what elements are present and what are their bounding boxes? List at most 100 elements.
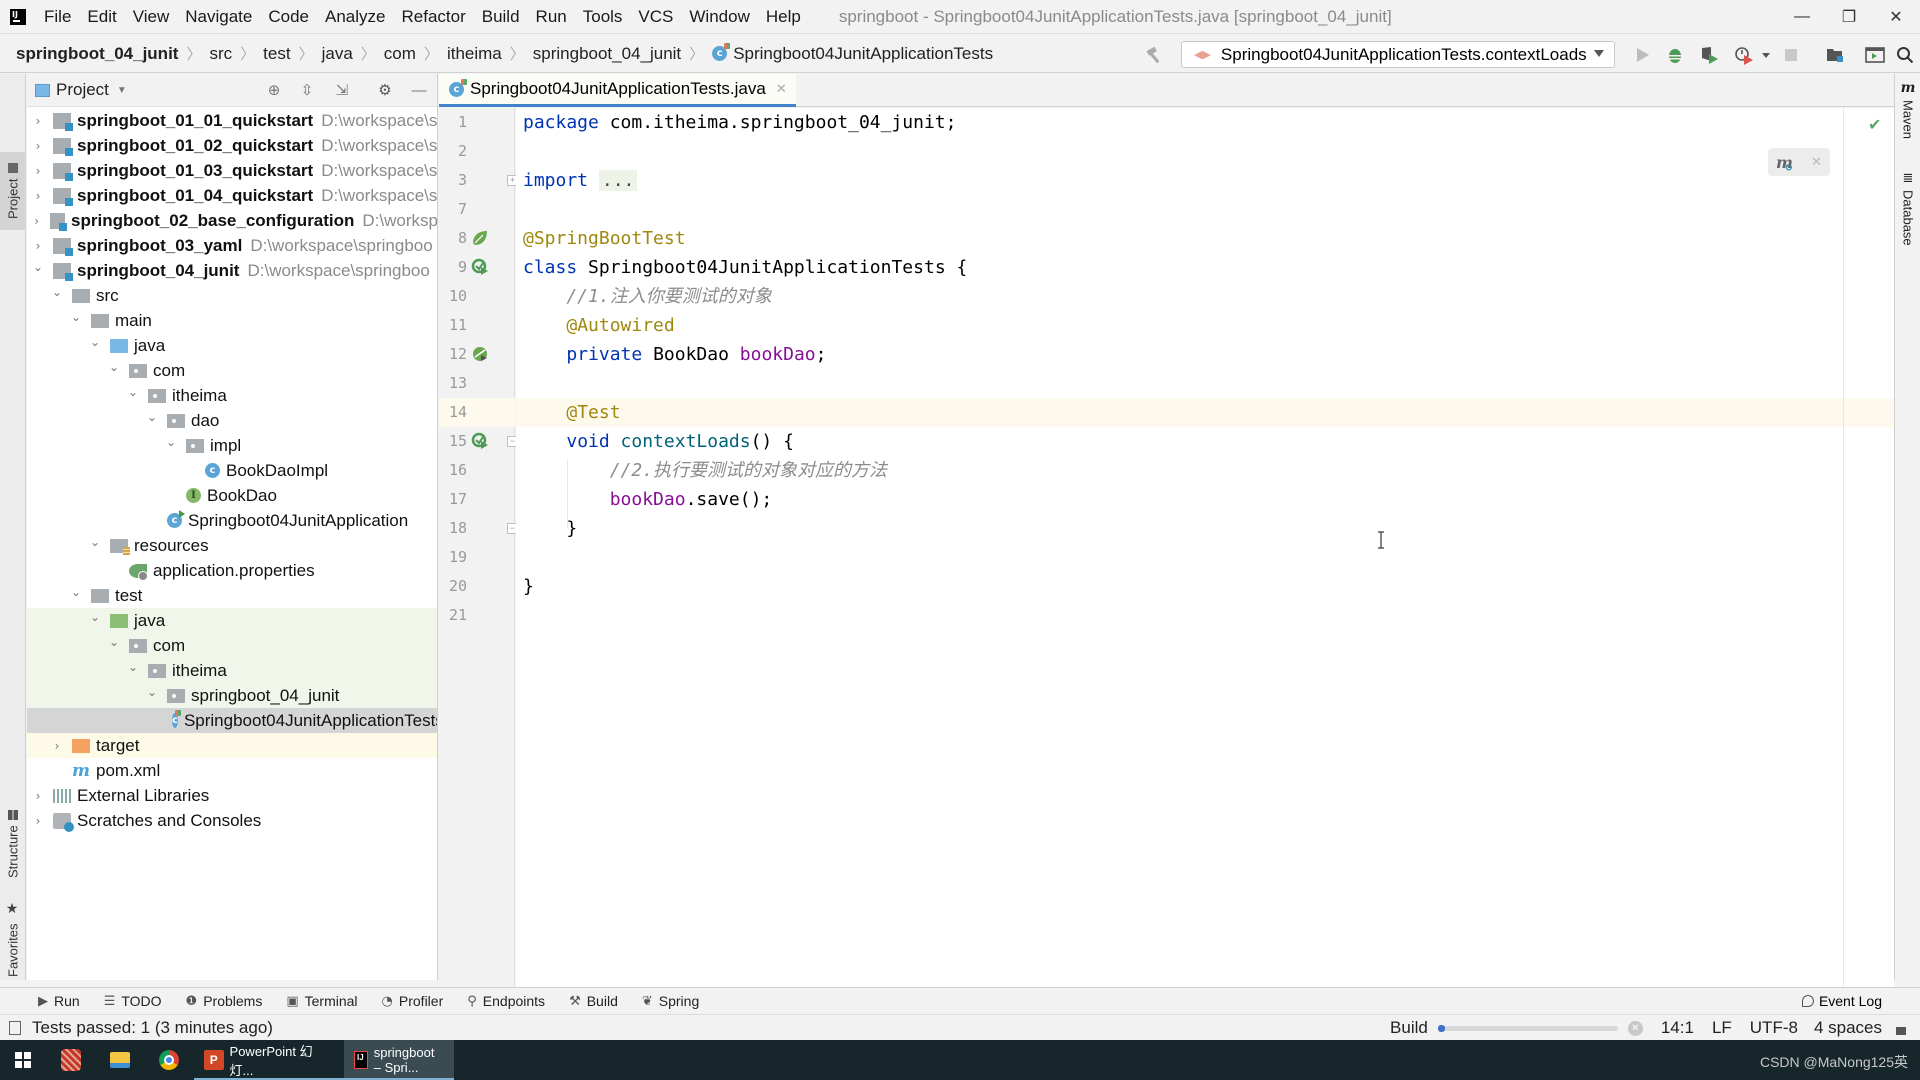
- tree-item[interactable]: › springboot_03_yaml D:\workspace\springbo…: [27, 233, 437, 258]
- project-structure-icon[interactable]: [1824, 44, 1846, 66]
- menu-run[interactable]: Run: [528, 7, 575, 27]
- chevron-down-icon[interactable]: ⌄: [88, 335, 102, 349]
- chevron-down-icon[interactable]: ⌄: [69, 310, 83, 324]
- spring-bean-icon[interactable]: [471, 229, 489, 247]
- breadcrumb-com[interactable]: com: [384, 44, 416, 64]
- breadcrumb-class[interactable]: c Springboot04JunitApplicationTests: [712, 43, 993, 64]
- caret-position[interactable]: 14:1: [1661, 1018, 1694, 1038]
- inspection-ok-icon[interactable]: ✔: [1868, 115, 1881, 135]
- locate-file-icon[interactable]: ⊕: [265, 82, 283, 100]
- chevron-down-icon[interactable]: ⌄: [69, 585, 83, 599]
- collapse-all-icon[interactable]: ⇲: [333, 82, 351, 100]
- run-icon[interactable]: [1631, 44, 1653, 66]
- chevron-down-icon[interactable]: ⌄: [88, 610, 102, 624]
- tree-item[interactable]: c Springboot04JunitApplication: [27, 508, 437, 533]
- chevron-down-icon[interactable]: ⌄: [126, 660, 140, 674]
- chevron-down-icon[interactable]: ⌄: [126, 385, 140, 399]
- restore-button[interactable]: ❐: [1826, 0, 1872, 34]
- debug-icon[interactable]: [1664, 44, 1686, 66]
- code-line[interactable]: [516, 137, 1894, 166]
- status-toggle-icon[interactable]: [9, 1021, 21, 1035]
- code-line[interactable]: void contextLoads() {: [516, 427, 1894, 456]
- code-line[interactable]: @SpringBootTest: [516, 224, 1894, 253]
- line-separator[interactable]: LF: [1712, 1018, 1732, 1038]
- chevron-down-icon[interactable]: ⌄: [31, 260, 45, 274]
- code-line[interactable]: class Springboot04JunitApplicationTests …: [516, 253, 1894, 282]
- chevron-right-icon[interactable]: ›: [31, 114, 45, 128]
- menu-navigate[interactable]: Navigate: [177, 7, 260, 27]
- minimize-button[interactable]: —: [1779, 0, 1825, 34]
- chevron-right-icon[interactable]: ›: [31, 789, 45, 803]
- tool-window-todo[interactable]: ☰ TODO: [104, 993, 162, 1009]
- tool-window-profiler[interactable]: ◔ Profiler: [382, 993, 444, 1009]
- tree-item[interactable]: ⌄ main: [27, 308, 437, 333]
- run-test-icon[interactable]: [471, 432, 489, 450]
- code-line[interactable]: package com.itheima.springboot_04_junit;: [516, 108, 1894, 137]
- menu-view[interactable]: View: [125, 7, 178, 27]
- stop-icon[interactable]: [1780, 44, 1802, 66]
- menu-help[interactable]: Help: [758, 7, 809, 27]
- coverage-icon[interactable]: [1698, 44, 1720, 66]
- tree-item[interactable]: ⌄ java: [27, 608, 437, 633]
- close-tab-icon[interactable]: ✕: [776, 82, 787, 97]
- menu-file[interactable]: File: [36, 7, 79, 27]
- tree-item[interactable]: ⌄ itheima: [27, 383, 437, 408]
- code-line[interactable]: [516, 195, 1894, 224]
- run-configuration-select[interactable]: ◀▶ Springboot04JunitApplicationTests.con…: [1181, 41, 1615, 68]
- code-line[interactable]: [516, 369, 1894, 398]
- tree-item[interactable]: ⌄ java: [27, 333, 437, 358]
- code-line[interactable]: private BookDao bookDao;: [516, 340, 1894, 369]
- tree-item[interactable]: c BookDaoImpl: [27, 458, 437, 483]
- chevron-down-icon[interactable]: ⌄: [50, 285, 64, 299]
- breadcrumb-project[interactable]: springboot_04_junit: [16, 44, 178, 64]
- tree-item[interactable]: ⌄ dao: [27, 408, 437, 433]
- gear-icon[interactable]: ⚙: [376, 82, 394, 100]
- breadcrumb-test[interactable]: test: [263, 44, 290, 64]
- autowired-bean-icon[interactable]: [471, 345, 489, 363]
- lock-icon[interactable]: [1896, 1027, 1906, 1035]
- tool-tab-project[interactable]: Project: [0, 152, 26, 230]
- run-test-icon[interactable]: [471, 258, 489, 276]
- breadcrumb-src[interactable]: src: [209, 44, 232, 64]
- tool-window-problems[interactable]: ❶ Problems: [186, 993, 263, 1009]
- tree-item[interactable]: ⌄ src: [27, 283, 437, 308]
- tree-item[interactable]: ⌄ springboot_04_junit: [27, 683, 437, 708]
- code-line[interactable]: [516, 601, 1894, 630]
- chevron-right-icon[interactable]: ›: [31, 139, 45, 153]
- tool-window-terminal[interactable]: ▣ Terminal: [286, 993, 357, 1009]
- indent-setting[interactable]: 4 spaces: [1814, 1018, 1882, 1038]
- chevron-down-icon[interactable]: ⌄: [145, 410, 159, 424]
- tool-tab-structure[interactable]: Structure: [0, 794, 26, 894]
- menu-analyze[interactable]: Analyze: [317, 7, 393, 27]
- code-line[interactable]: [516, 543, 1894, 572]
- tree-item[interactable]: c Springboot04JunitApplicationTests: [27, 708, 437, 733]
- event-log-button[interactable]: Event Log: [1801, 993, 1882, 1009]
- chevron-down-icon[interactable]: ⌄: [164, 435, 178, 449]
- tree-item[interactable]: › springboot_01_04_quickstart D:\workspace…: [27, 183, 437, 208]
- tool-window-endpoints[interactable]: ⚲ Endpoints: [467, 993, 545, 1009]
- tree-item[interactable]: ⌄ springboot_04_junit D:\workspace\springb…: [27, 258, 437, 283]
- menu-tools[interactable]: Tools: [575, 7, 631, 27]
- tree-item[interactable]: › Scratches and Consoles: [27, 808, 437, 833]
- tree-item[interactable]: › springboot_01_01_quickstart D:\workspace…: [27, 108, 437, 133]
- taskbar-chrome[interactable]: [144, 1040, 194, 1080]
- tree-item[interactable]: › springboot_01_02_quickstart D:\workspace…: [27, 133, 437, 158]
- tool-tab-maven[interactable]: m Maven: [1895, 80, 1920, 160]
- code-line[interactable]: bookDao.save();: [516, 485, 1894, 514]
- menu-build[interactable]: Build: [474, 7, 528, 27]
- tree-item[interactable]: › springboot_02_base_configuration D:\work…: [27, 208, 437, 233]
- breadcrumb-package[interactable]: springboot_04_junit: [533, 44, 681, 64]
- tool-window-build[interactable]: ⚒ Build: [569, 993, 618, 1009]
- menu-window[interactable]: Window: [681, 7, 757, 27]
- chevron-right-icon[interactable]: ›: [31, 814, 45, 828]
- chevron-down-icon[interactable]: ⌄: [107, 635, 121, 649]
- search-icon[interactable]: [1894, 44, 1916, 66]
- hide-panel-icon[interactable]: —: [410, 82, 428, 100]
- breadcrumb-itheima[interactable]: itheima: [447, 44, 502, 64]
- build-hammer-icon[interactable]: [1144, 44, 1166, 66]
- tree-item[interactable]: I BookDao: [27, 483, 437, 508]
- tree-item[interactable]: › target: [27, 733, 437, 758]
- tree-item[interactable]: ⌄ com: [27, 633, 437, 658]
- menu-vcs[interactable]: VCS: [630, 7, 681, 27]
- tree-item[interactable]: ⌄ com: [27, 358, 437, 383]
